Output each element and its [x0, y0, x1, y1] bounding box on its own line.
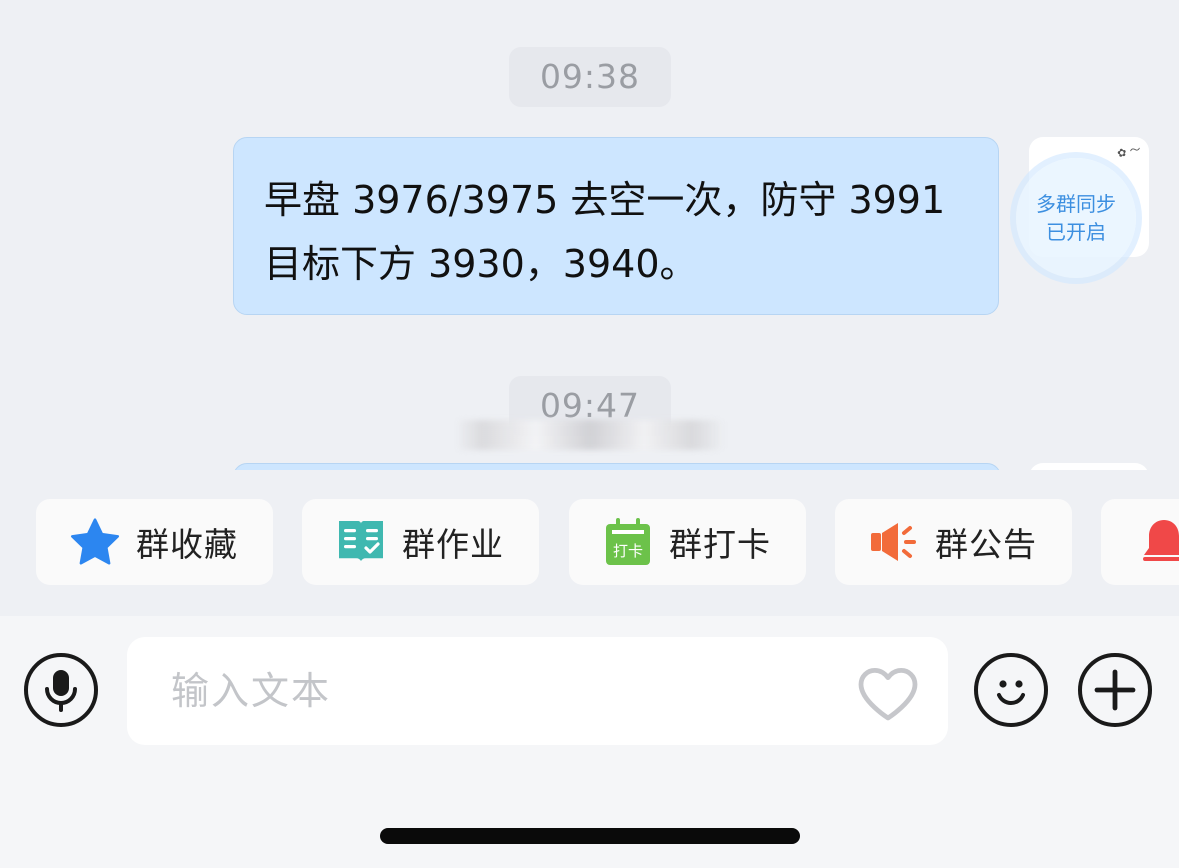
group-reminder-button[interactable] [1101, 499, 1179, 585]
message-input[interactable] [127, 637, 948, 745]
group-homework-button[interactable]: 群作业 [302, 499, 539, 585]
heart-icon [858, 668, 918, 721]
message-bubble[interactable] [233, 463, 1001, 470]
megaphone-icon [867, 515, 921, 569]
microphone-icon [45, 670, 77, 712]
multi-group-sync-badge[interactable]: 多群同步 已开启 [1016, 158, 1136, 278]
quick-action-label: 群收藏 [136, 525, 238, 564]
star-icon [68, 515, 122, 569]
home-indicator[interactable] [380, 828, 800, 844]
homework-book-icon [334, 515, 388, 569]
sender-avatar[interactable] [1029, 463, 1149, 470]
group-announcement-button[interactable]: 群公告 [835, 499, 1072, 585]
sync-badge-line2: 已开启 [1046, 220, 1106, 244]
smiley-icon [997, 680, 1025, 705]
emoji-button[interactable] [974, 653, 1048, 727]
message-text: 早盘 3976/3975 去空一次，防守 3991目标下方 3930，3940。 [264, 178, 946, 286]
bell-icon [1137, 515, 1179, 569]
sync-badge-line1: 多群同步 [1036, 192, 1116, 216]
quick-action-label: 群打卡 [669, 525, 771, 564]
more-actions-button[interactable] [1078, 653, 1152, 727]
avatar-decoration: ✿ ～ [1116, 142, 1143, 161]
checkin-calendar-icon: 打卡 [601, 515, 655, 569]
quick-action-label: 群作业 [402, 525, 504, 564]
message-timestamp: 09:38 [509, 47, 671, 107]
redacted-blur [455, 420, 725, 450]
input-bar [0, 616, 1179, 868]
group-favorites-button[interactable]: 群收藏 [36, 499, 273, 585]
quick-actions-bar: 群收藏 群作业 打卡 群打卡 群公告 [0, 470, 1179, 616]
favorite-sticker-button[interactable] [856, 666, 920, 722]
voice-input-button[interactable] [24, 653, 98, 727]
group-checkin-button[interactable]: 打卡 群打卡 [569, 499, 806, 585]
checkin-icon-text: 打卡 [613, 542, 643, 560]
chat-area: 09:38 早盘 3976/3975 去空一次，防守 3991目标下方 3930… [0, 0, 1179, 470]
message-bubble[interactable]: 早盘 3976/3975 去空一次，防守 3991目标下方 3930，3940。 [233, 137, 999, 315]
plus-icon [1094, 669, 1136, 711]
quick-action-label: 群公告 [935, 525, 1037, 564]
